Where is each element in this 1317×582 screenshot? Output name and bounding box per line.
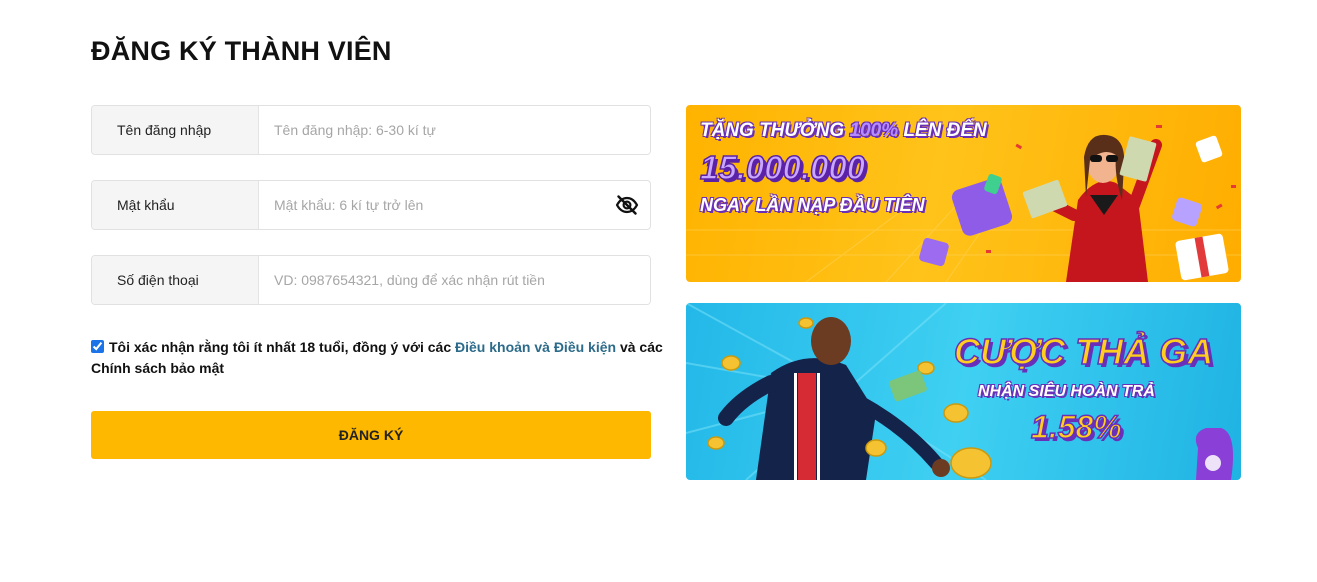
- phone-input[interactable]: [259, 256, 650, 304]
- promo-banner-cashback[interactable]: CƯỢC THẢ GA NHẬN SIÊU HOÀN TRẢ 1.58%: [686, 303, 1241, 480]
- registration-page: ĐĂNG KÝ THÀNH VIÊN Tên đăng nhập Mật khẩ…: [0, 0, 1317, 582]
- password-visibility-toggle[interactable]: [604, 181, 650, 229]
- promo-banner-first-deposit[interactable]: TẶNG THƯỞNG 100% LÊN ĐẾN 15.000.000 NGAY…: [686, 105, 1241, 282]
- phone-field: Số điện thoại: [91, 255, 651, 305]
- password-label: Mật khẩu: [92, 181, 259, 229]
- banner1-percent: 100%: [849, 120, 899, 141]
- terms-link[interactable]: Điều khoản và Điều kiện: [455, 339, 616, 355]
- agreement-text-before: Tôi xác nhận rằng tôi ít nhất 18 tuổi, đ…: [109, 339, 456, 355]
- banner2-headline: CƯỢC THẢ GA: [953, 330, 1214, 373]
- password-input[interactable]: [259, 181, 604, 229]
- agreement-checkbox[interactable]: [91, 340, 104, 353]
- banner2-rate: 1.58%: [1030, 408, 1122, 446]
- banner2-subline: NHẬN SIÊU HOÀN TRẢ: [978, 383, 1155, 400]
- register-button[interactable]: ĐĂNG KÝ: [91, 411, 651, 459]
- banner1-amount: 15.000.000: [699, 148, 866, 187]
- footballer-figure: [718, 317, 950, 480]
- username-label: Tên đăng nhập: [92, 106, 259, 154]
- banner1-line3: NGAY LẦN NẠP ĐẦU TIÊN: [700, 195, 925, 215]
- phone-label: Số điện thoại: [92, 256, 259, 304]
- username-input[interactable]: [259, 106, 650, 154]
- eye-off-icon: [615, 195, 639, 215]
- banner1-line1: TẶNG THƯỞNG 100% LÊN ĐẾN: [700, 120, 987, 142]
- gift-box-shape: [951, 178, 1013, 236]
- money-bag-shape: [1195, 428, 1234, 480]
- page-title: ĐĂNG KÝ THÀNH VIÊN: [91, 36, 392, 66]
- woman-figure: [1022, 134, 1162, 282]
- agreement-row: Tôi xác nhận rằng tôi ít nhất 18 tuổi, đ…: [91, 337, 671, 379]
- password-field: Mật khẩu: [91, 180, 651, 230]
- username-field: Tên đăng nhập: [91, 105, 651, 155]
- banner1-line1-a: TẶNG THƯỞNG: [700, 120, 850, 141]
- banner-artwork: [686, 303, 1234, 480]
- registration-form: Tên đăng nhập Mật khẩu Số điện thoại: [91, 105, 651, 330]
- banner1-line1-c: LÊN ĐẾN: [898, 120, 987, 141]
